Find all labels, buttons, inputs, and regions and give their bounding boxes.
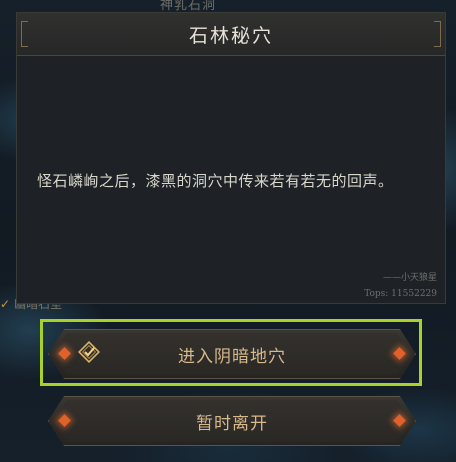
dialog-title: 石林秘穴 — [188, 24, 273, 47]
event-dialog: 石林秘穴 怪石嶙峋之后，漆黑的洞穴中传来若有若无的回声。 ——小天狼星 Tops… — [16, 12, 446, 304]
author-signature: ——小天狼星 — [382, 273, 437, 283]
story-text: 怪石嶙峋之后，漆黑的洞穴中传来若有若无的回声。 — [37, 172, 394, 190]
leave-label: 暂时离开 — [196, 413, 268, 434]
leave-button[interactable]: 暂时离开 — [48, 396, 416, 446]
author-id: Tops: 11552229 — [364, 289, 437, 299]
check-icon: ✓ — [0, 297, 11, 311]
enter-cave-button[interactable]: 进入阴暗地穴 — [48, 329, 416, 379]
enter-cave-label: 进入阴暗地穴 — [178, 346, 286, 367]
dialog-title-bar: 石林秘穴 — [17, 13, 445, 56]
quest-check-icon — [78, 341, 100, 363]
dialog-content: 怪石嶙峋之后，漆黑的洞穴中传来若有若无的回声。 ——小天狼星 Tops: 115… — [17, 56, 445, 303]
